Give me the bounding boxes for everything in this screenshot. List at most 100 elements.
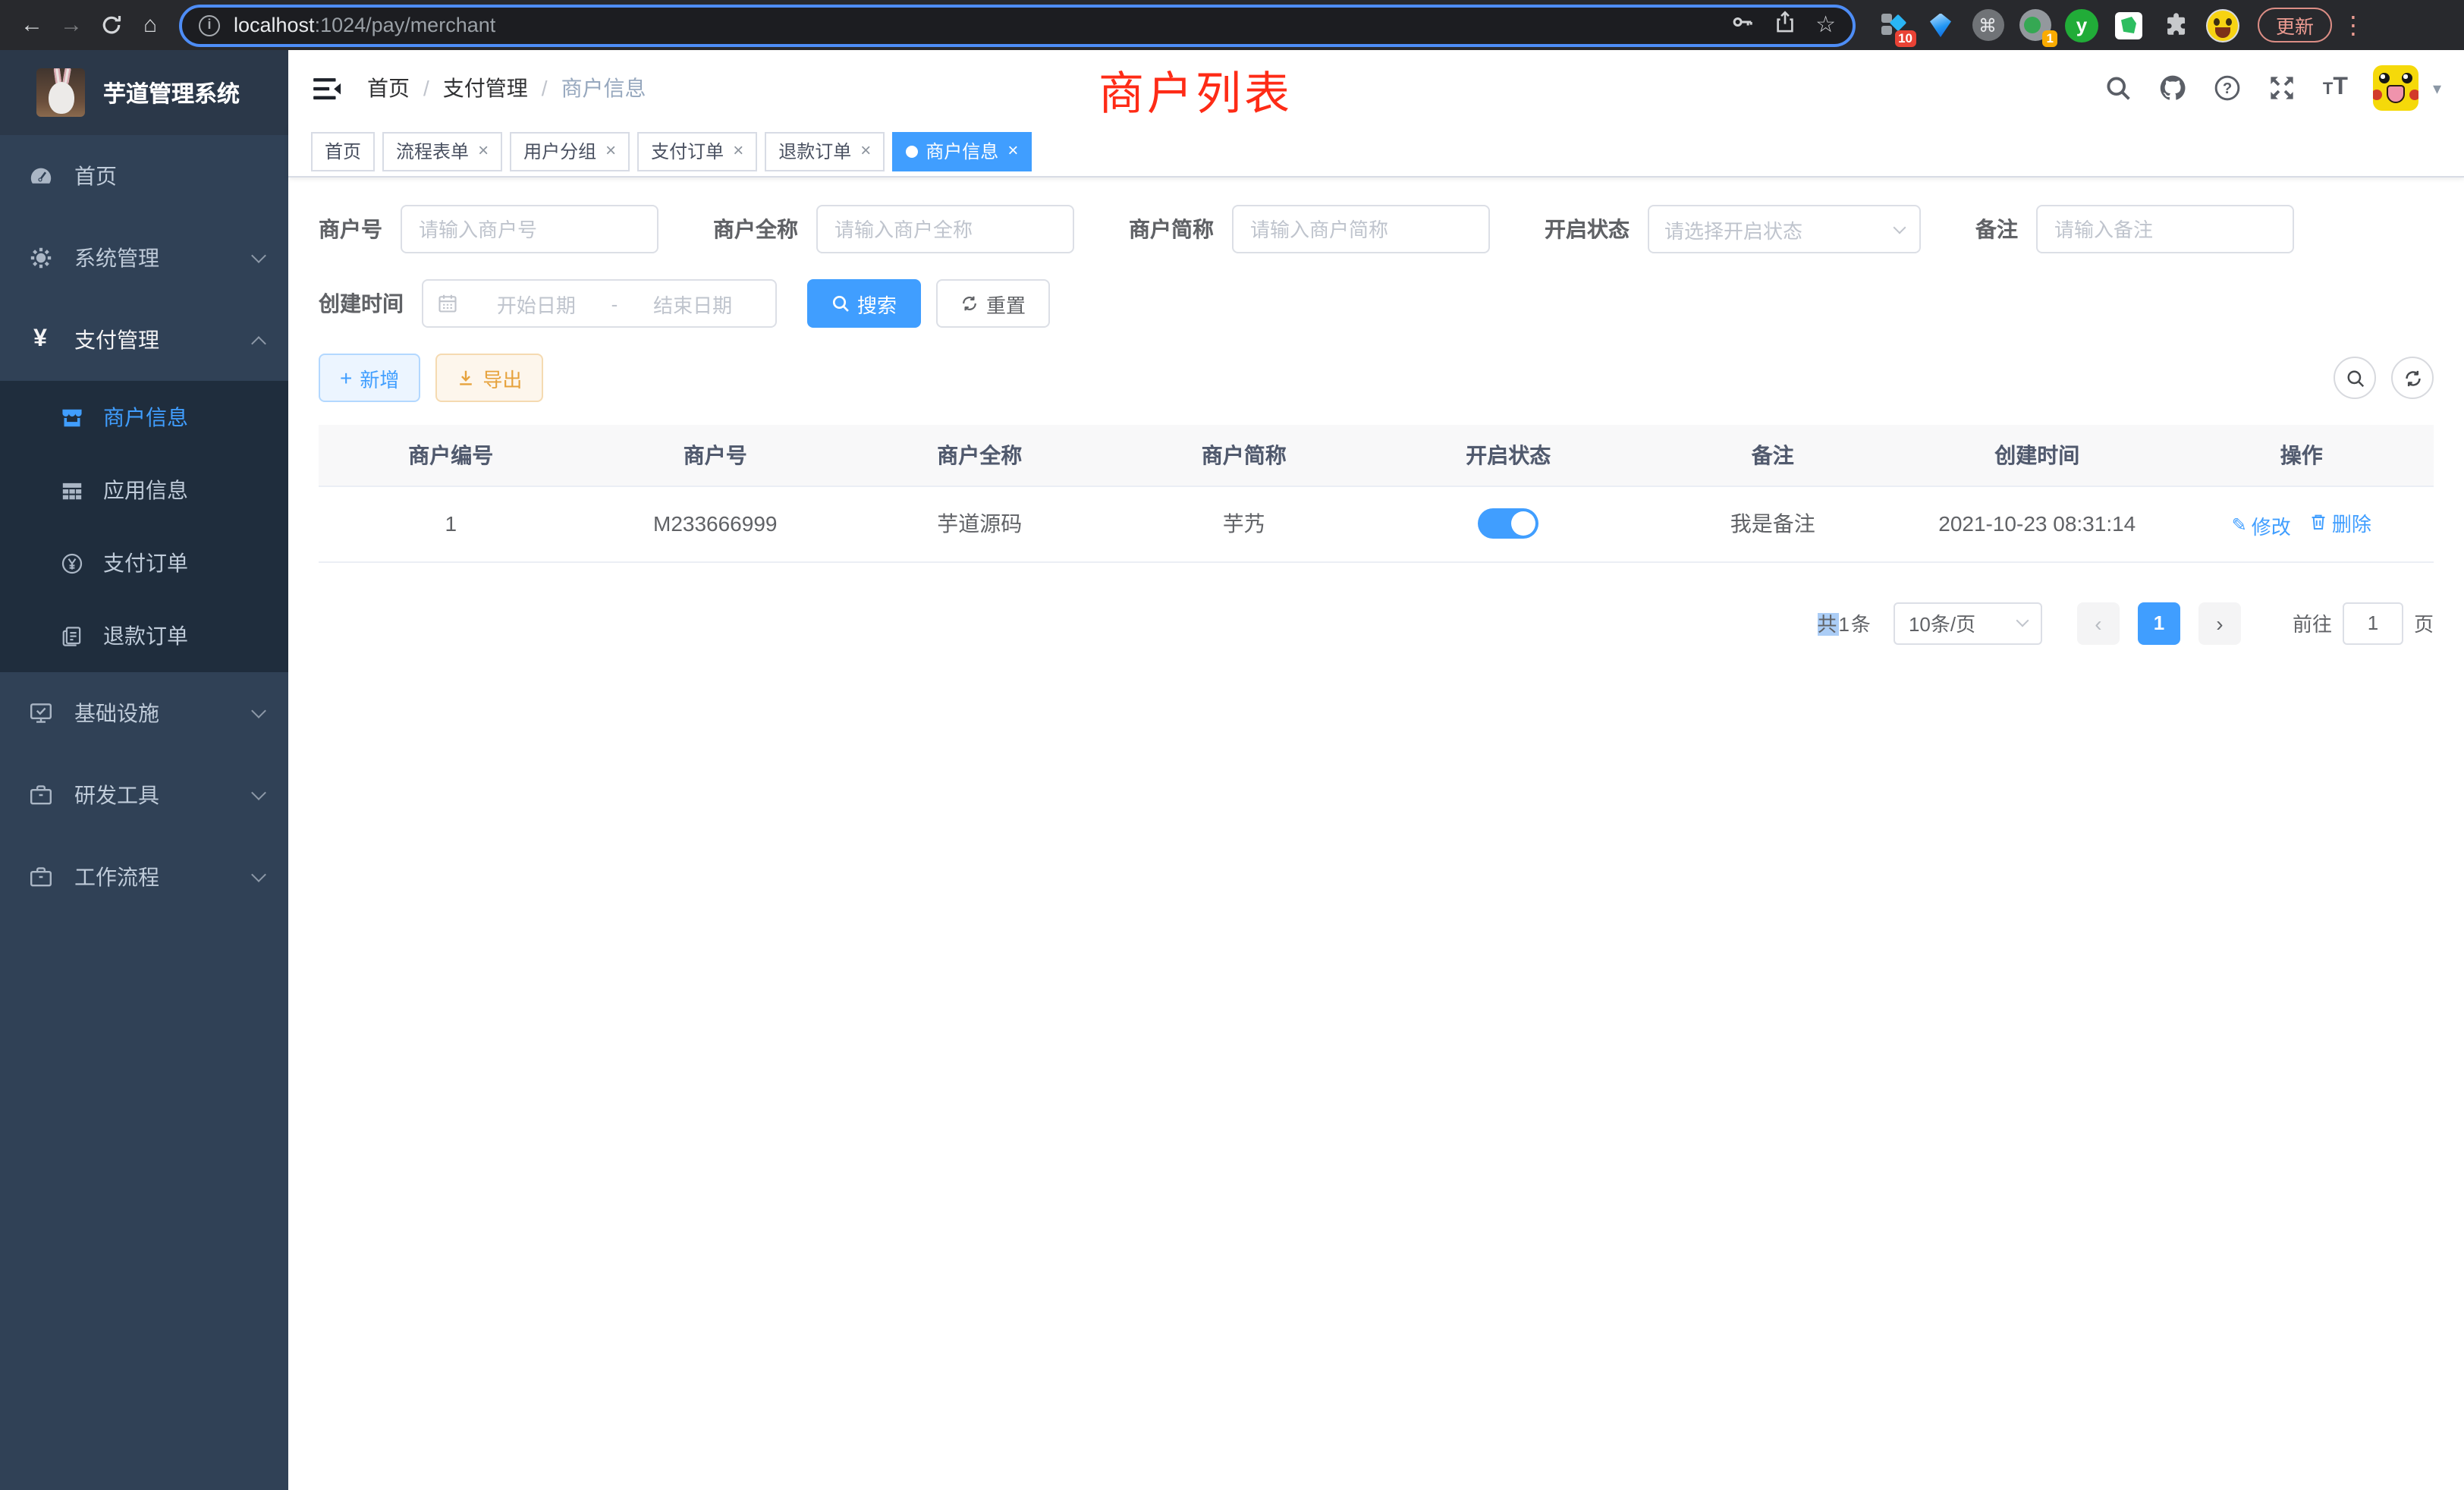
- extension-command-icon[interactable]: ⌘: [1971, 8, 2004, 42]
- browser-reload-icon[interactable]: [97, 10, 124, 40]
- extension-y-icon[interactable]: y: [2065, 8, 2098, 42]
- reset-button[interactable]: 重置: [936, 279, 1050, 328]
- prev-page-button[interactable]: ‹: [2077, 602, 2120, 644]
- sidebar-item-pay[interactable]: ¥ 支付管理: [0, 299, 288, 381]
- merchant-no-input[interactable]: [401, 205, 658, 253]
- avatar-caret-icon[interactable]: ▾: [2433, 78, 2441, 98]
- show-search-toggle-button[interactable]: [2334, 357, 2376, 399]
- short-name-label: 商户简称: [1129, 214, 1214, 244]
- refresh-table-button[interactable]: [2391, 357, 2434, 399]
- sidebar-item-devtools[interactable]: 研发工具: [0, 754, 288, 836]
- sidebar-item-label: 首页: [74, 161, 264, 191]
- tab-label: 用户分组: [523, 138, 596, 164]
- breadcrumb-pay[interactable]: 支付管理: [443, 73, 528, 103]
- sidebar-item-infra[interactable]: 基础设施: [0, 672, 288, 754]
- add-button[interactable]: + 新增: [319, 354, 420, 402]
- browser-back-icon[interactable]: ←: [18, 10, 46, 40]
- cell-full-name: 芋道源码: [847, 486, 1112, 561]
- edit-link[interactable]: ✎修改: [2232, 511, 2291, 539]
- extension-recorder-icon[interactable]: 1: [2018, 8, 2051, 42]
- create-time-range-picker[interactable]: 开始日期 - 结束日期: [422, 279, 777, 328]
- close-icon[interactable]: ×: [731, 141, 743, 161]
- page-1-button[interactable]: 1: [2138, 602, 2180, 644]
- header-search-icon[interactable]: [2104, 74, 2133, 102]
- tab-process-form[interactable]: 流程表单×: [382, 131, 502, 171]
- browser-forward-icon[interactable]: →: [58, 10, 85, 40]
- user-avatar[interactable]: [2374, 65, 2419, 111]
- breadcrumb-separator: /: [542, 76, 548, 100]
- tab-user-group[interactable]: 用户分组 ×: [510, 131, 630, 171]
- password-key-icon[interactable]: [1730, 10, 1753, 40]
- close-icon[interactable]: ×: [1006, 141, 1018, 161]
- pagination-total: 共1条: [1817, 608, 1872, 637]
- full-name-label: 商户全称: [713, 214, 798, 244]
- browser-toolbar: ← → ⌂ i localhost:1024/pay/merchant ☆ 10…: [0, 0, 2464, 50]
- app-logo[interactable]: 芋道管理系统: [0, 50, 288, 135]
- chevron-up-icon: [251, 335, 266, 350]
- reset-button-label: 重置: [986, 289, 1026, 318]
- share-icon[interactable]: [1773, 10, 1796, 40]
- sidebar-item-workflow[interactable]: 工作流程: [0, 836, 288, 918]
- export-button[interactable]: 导出: [435, 354, 543, 402]
- chrome-menu-icon[interactable]: ⋮: [2341, 10, 2365, 40]
- pagination-total-count: 1: [1838, 613, 1850, 636]
- pagination-total-prefix: 共: [1817, 613, 1838, 636]
- search-button[interactable]: 搜索: [807, 279, 921, 328]
- tab-refund-order[interactable]: 退款订单×: [765, 131, 885, 171]
- goto-label: 前往: [2293, 608, 2332, 637]
- close-icon[interactable]: ×: [604, 141, 616, 161]
- cell-merchant-id: 1: [319, 486, 583, 561]
- next-page-button[interactable]: ›: [2198, 602, 2241, 644]
- browser-home-icon[interactable]: ⌂: [137, 10, 164, 40]
- tab-pay-order[interactable]: 支付订单×: [637, 131, 757, 171]
- github-icon[interactable]: [2159, 74, 2188, 102]
- url-path: :1024/pay/merchant: [315, 14, 496, 36]
- sidebar-item-refund-order[interactable]: 退款订单: [0, 599, 288, 672]
- url-text[interactable]: localhost:1024/pay/merchant: [234, 14, 1730, 36]
- col-remark: 备注: [1641, 425, 1906, 486]
- date-range-separator: -: [605, 292, 624, 315]
- profile-avatar[interactable]: [2206, 8, 2239, 42]
- status-label: 开启状态: [1545, 214, 1630, 244]
- status-select[interactable]: 请选择开启状态: [1648, 205, 1921, 253]
- extension-sidebar-icon[interactable]: 10: [1877, 8, 1910, 42]
- full-name-input[interactable]: [816, 205, 1074, 253]
- goto-page-input[interactable]: [2343, 602, 2403, 644]
- remark-input[interactable]: [2036, 205, 2294, 253]
- site-info-icon[interactable]: i: [199, 14, 220, 36]
- shop-icon: [59, 405, 83, 429]
- table-toolbar: + 新增 导出: [319, 354, 2434, 402]
- extension-note-icon[interactable]: [2112, 8, 2145, 42]
- cell-merchant-no: M233666999: [583, 486, 848, 561]
- fullscreen-icon[interactable]: [2268, 74, 2297, 102]
- sidebar-item-home[interactable]: 首页: [0, 135, 288, 217]
- page-size-select[interactable]: 10条/页: [1894, 602, 2042, 644]
- sidebar-item-system[interactable]: 系统管理: [0, 217, 288, 299]
- sidebar-item-merchant-info[interactable]: 商户信息: [0, 381, 288, 454]
- close-icon[interactable]: ×: [859, 141, 871, 161]
- sidebar-menu: 首页 系统管理 ¥ 支付管理: [0, 135, 288, 1490]
- pagination-goto: 前往 页: [2293, 602, 2434, 644]
- address-bar[interactable]: i localhost:1024/pay/merchant ☆: [179, 4, 1856, 46]
- tab-merchant-info[interactable]: 商户信息×: [892, 131, 1032, 171]
- short-name-input[interactable]: [1232, 205, 1490, 253]
- delete-link[interactable]: 删除: [2309, 508, 2371, 536]
- breadcrumb-separator: /: [423, 76, 429, 100]
- chrome-update-button[interactable]: 更新: [2258, 8, 2332, 42]
- sidebar-collapse-icon[interactable]: [311, 72, 343, 104]
- tab-home[interactable]: 首页: [311, 131, 375, 171]
- bookmark-star-icon[interactable]: ☆: [1815, 14, 1836, 36]
- breadcrumb-home[interactable]: 首页: [367, 73, 410, 103]
- plus-icon: +: [340, 367, 352, 388]
- briefcase-icon: [27, 782, 53, 808]
- help-icon[interactable]: ?: [2214, 74, 2242, 102]
- sidebar-item-app-info[interactable]: 应用信息: [0, 454, 288, 527]
- sidebar-item-pay-order[interactable]: 支付订单: [0, 527, 288, 599]
- extension-gem-icon[interactable]: [1924, 8, 1957, 42]
- chevron-down-icon: [251, 703, 266, 718]
- goto-unit: 页: [2414, 608, 2434, 637]
- font-size-icon[interactable]: TT: [2323, 74, 2348, 102]
- extensions-puzzle-icon[interactable]: [2159, 8, 2192, 42]
- close-icon[interactable]: ×: [476, 141, 489, 161]
- status-toggle[interactable]: [1478, 508, 1538, 539]
